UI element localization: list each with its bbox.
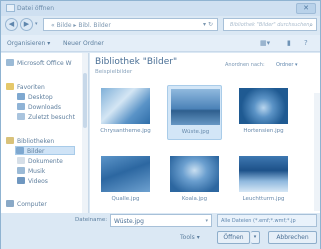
- forward-button[interactable]: ▶: [20, 18, 33, 31]
- open-options-button[interactable]: ▾: [251, 231, 260, 244]
- sidebar-item-downloads[interactable]: Downloads: [17, 103, 61, 112]
- file-name: Hortensien.jpg: [243, 128, 284, 134]
- dialog-footer: Dateiname: Wüste.jpg ▾ Alle Dateien (*.e…: [1, 213, 320, 249]
- tools-dropdown[interactable]: Tools ▾: [180, 234, 200, 241]
- title-bar: Datei öffnen ✕: [1, 1, 320, 16]
- navigation-bar: ◀ ▶ ▾ « Bilde ▸ Bibl. Bilder ▾ ↻ Bibliot…: [1, 16, 320, 34]
- file-thumbnail: [239, 88, 288, 124]
- organize-button[interactable]: Organisieren ▾: [7, 40, 50, 47]
- downloads-icon: [17, 103, 25, 110]
- sidebar-scrollbar[interactable]: [82, 53, 88, 213]
- command-bar: Organisieren ▾ Neuer Ordner ▦▾ ▮ ?: [1, 35, 320, 52]
- close-button[interactable]: ✕: [296, 3, 316, 14]
- help-icon[interactable]: ?: [304, 39, 308, 47]
- file-thumbnail: [171, 89, 220, 125]
- star-icon: [6, 83, 14, 90]
- computer-icon: [6, 200, 14, 207]
- file-item[interactable]: Qualle.jpg: [98, 153, 153, 208]
- window-icon: [6, 4, 15, 12]
- filename-value: Wüste.jpg: [114, 218, 144, 225]
- address-path: « Bilde ▸ Bibl. Bilder: [51, 22, 111, 29]
- sidebar-group-favorites[interactable]: Favoriten: [6, 83, 45, 92]
- file-item[interactable]: Leuchtturm.jpg: [236, 153, 291, 208]
- file-thumbnail: [239, 156, 288, 192]
- back-button[interactable]: ◀: [5, 18, 18, 31]
- file-list-pane: Bibliothek "Bilder" Beispielbilder Anord…: [90, 53, 320, 213]
- window-title: Datei öffnen: [17, 5, 55, 12]
- library-subtitle[interactable]: Beispielbilder: [95, 69, 132, 75]
- pictures-icon: [16, 147, 24, 154]
- sidebar-item-desktop[interactable]: Desktop: [17, 93, 53, 102]
- sidebar-item-videos[interactable]: Videos: [17, 177, 48, 186]
- libraries-icon: [6, 137, 14, 144]
- sidebar-item-recent[interactable]: Zuletzt besucht: [17, 113, 75, 122]
- new-folder-button[interactable]: Neuer Ordner: [63, 40, 104, 47]
- chevron-down-icon[interactable]: ▾: [205, 218, 208, 224]
- preview-pane-icon[interactable]: ▮: [287, 39, 291, 47]
- file-thumbnail: [101, 156, 150, 192]
- file-name: Qualle.jpg: [111, 196, 140, 202]
- file-item[interactable]: Hortensien.jpg: [236, 85, 291, 140]
- navigation-pane: Microsoft Office W Favoriten Desktop Dow…: [1, 53, 89, 213]
- address-bar[interactable]: « Bilde ▸ Bibl. Bilder ▾ ↻: [43, 18, 218, 31]
- library-title: Bibliothek "Bilder": [95, 57, 178, 67]
- videos-icon: [17, 177, 25, 184]
- desktop-icon: [17, 93, 25, 100]
- file-item[interactable]: Chrysantheme.jpg: [98, 85, 153, 140]
- recent-places-icon: [17, 113, 25, 120]
- arrange-by-label: Anordnen nach:: [225, 62, 265, 68]
- cancel-button[interactable]: Abbrechen: [268, 231, 317, 244]
- address-dropdown-refresh-icon[interactable]: ▾ ↻: [203, 21, 213, 28]
- search-icon[interactable]: ⌕: [309, 21, 313, 30]
- sidebar-item-pictures[interactable]: Bilder: [15, 146, 75, 155]
- view-options-icon[interactable]: ▦▾: [260, 39, 270, 47]
- file-thumbnail: [101, 88, 150, 124]
- documents-icon: [17, 157, 25, 164]
- filename-label: Dateiname:: [75, 217, 108, 223]
- file-name: Wüste.jpg: [181, 129, 210, 135]
- arrange-by-dropdown[interactable]: Ordner ▾: [276, 62, 297, 68]
- file-thumbnail: [170, 156, 219, 192]
- sidebar-item-documents[interactable]: Dokumente: [17, 157, 63, 166]
- sidebar-item-music[interactable]: Musik: [17, 167, 45, 176]
- filename-input[interactable]: Wüste.jpg ▾: [110, 214, 212, 227]
- music-icon: [17, 167, 25, 174]
- file-open-dialog: Datei öffnen ✕ ◀ ▶ ▾ « Bilde ▸ Bibl. Bil…: [0, 0, 321, 249]
- file-item-selected[interactable]: Wüste.jpg: [167, 85, 222, 140]
- open-button[interactable]: Öffnen: [217, 231, 250, 244]
- sidebar-group-computer[interactable]: Computer: [6, 200, 47, 209]
- file-type-value: Alle Dateien (*.emf;*.wmf;*.jp: [221, 218, 296, 224]
- search-placeholder: Bibliothek "Bilder" durchsuchen: [230, 22, 310, 28]
- search-input[interactable]: Bibliothek "Bilder" durchsuchen ⌕: [223, 18, 317, 31]
- file-item[interactable]: Koala.jpg: [167, 153, 222, 208]
- file-name: Chrysantheme.jpg: [100, 128, 151, 134]
- sidebar-group-libraries[interactable]: Bibliotheken: [6, 137, 54, 146]
- recent-locations-icon[interactable]: ▾: [35, 21, 38, 27]
- sidebar-item-office[interactable]: Microsoft Office W: [6, 59, 72, 68]
- file-type-filter[interactable]: Alle Dateien (*.emf;*.wmf;*.jp: [217, 214, 317, 227]
- sidebar-scrollbar-thumb[interactable]: [83, 73, 87, 128]
- office-icon: [6, 59, 14, 66]
- file-name: Koala.jpg: [181, 196, 208, 202]
- file-name: Leuchtturm.jpg: [242, 196, 285, 202]
- file-list-scrollbar[interactable]: [314, 93, 320, 211]
